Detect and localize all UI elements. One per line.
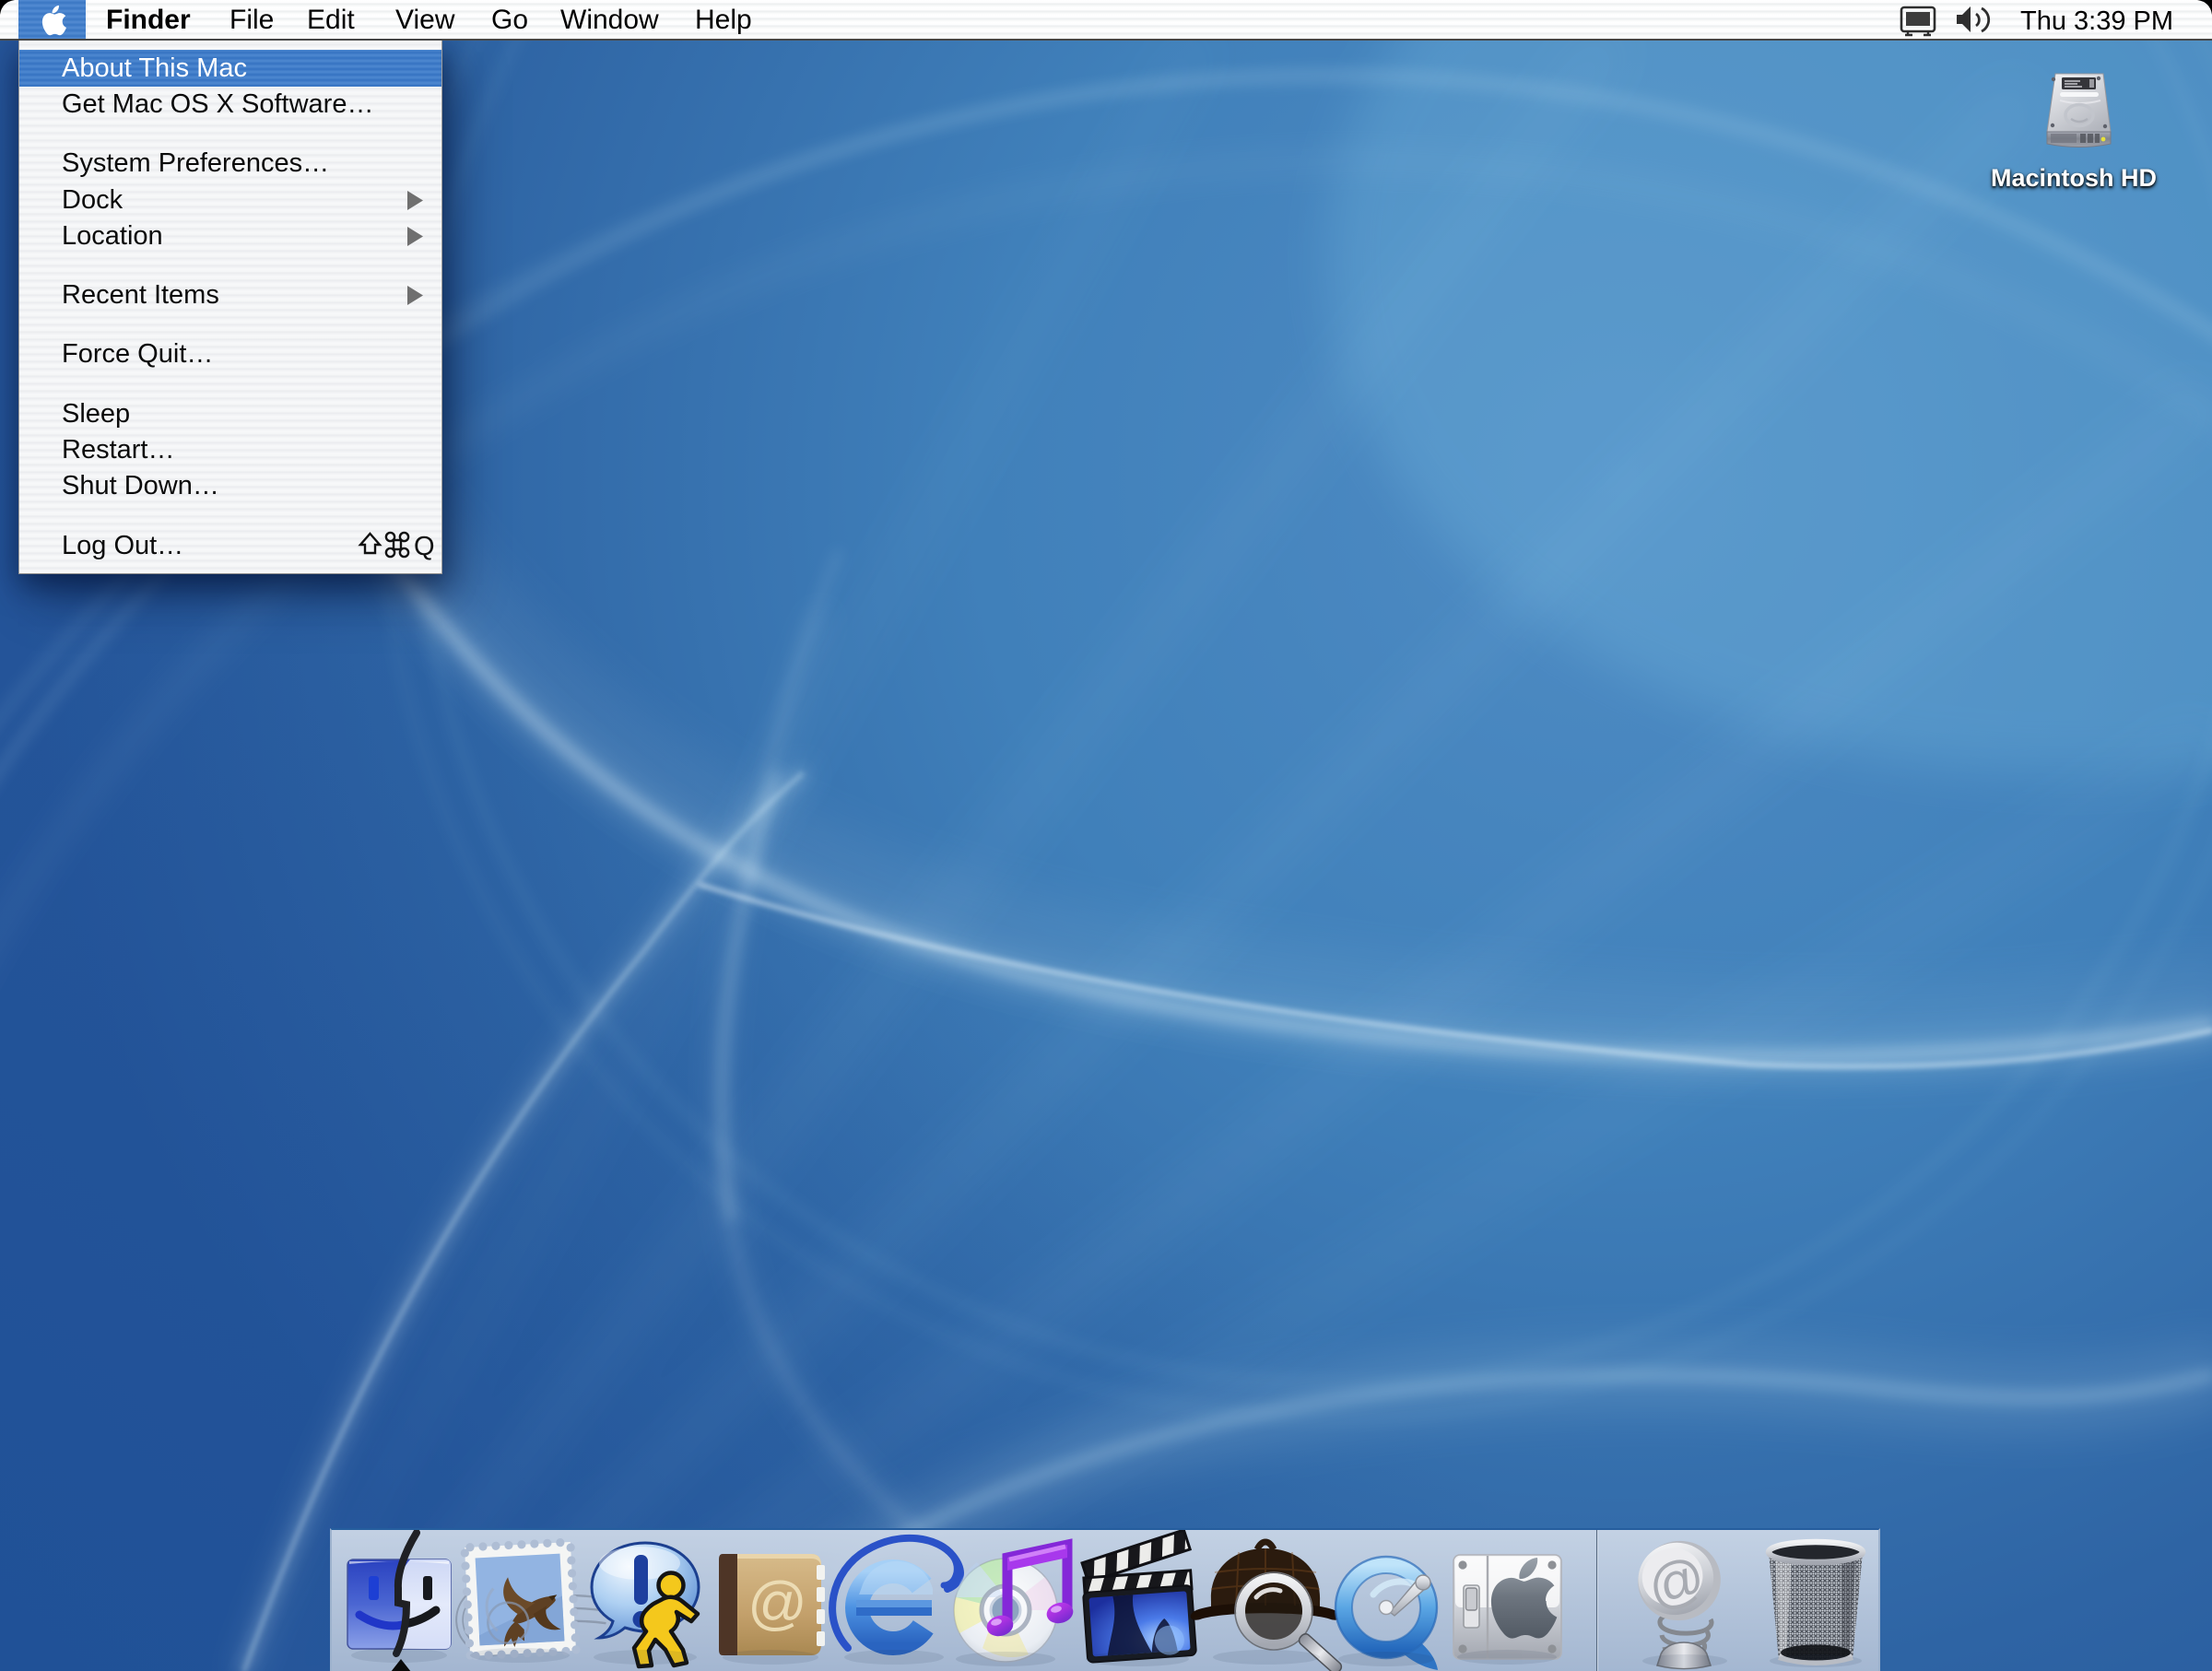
svg-text:Q: Q <box>414 532 435 561</box>
svg-text:@: @ <box>747 1570 807 1636</box>
